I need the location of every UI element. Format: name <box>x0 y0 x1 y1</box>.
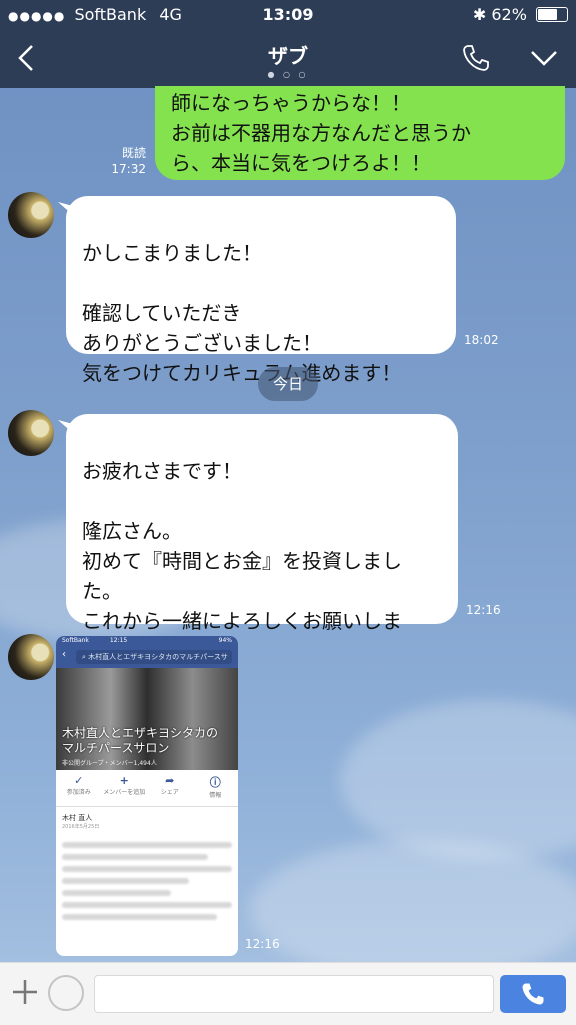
share-action: ➦ シェア <box>147 770 193 806</box>
add-person-icon: + <box>119 774 129 787</box>
message-text: かしこまりました！ 確認していただき ありがとうございました！ 気をつけてカリキ… <box>82 241 402 385</box>
avatar[interactable] <box>8 634 54 680</box>
phone-icon <box>522 983 544 1005</box>
group-cover-photo: 木村直人とエザキヨシタカの マルチパースサロン 非公開グループ・メンバー1,49… <box>56 668 238 770</box>
call-button[interactable] <box>500 975 566 1013</box>
post-author: 木村 直人 <box>62 814 93 822</box>
input-bar <box>0 962 576 1025</box>
group-name: 木村直人とエザキヨシタカの マルチパースサロン <box>62 726 219 755</box>
battery-icon <box>536 7 568 22</box>
inner-carrier: SoftBank <box>62 637 89 644</box>
info-icon: ⓘ <box>209 776 221 789</box>
plus-icon[interactable] <box>10 977 40 1007</box>
emoji-icon[interactable] <box>48 975 84 1011</box>
message-text: お疲れさまです！ 隆広さん。 初めて『時間とお金』を投資しまし た。 これから一… <box>82 459 402 663</box>
chat-header: ザブ ● ○ ○ <box>0 30 576 88</box>
inner-search-box: ⌕ 木村直人とエザキヨシタカのマルチパースサ <box>76 650 232 664</box>
group-actions: ✓ 参加済み + メンバーを追加 ➦ シェア ⓘ 情報 <box>56 770 238 807</box>
chevron-down-icon[interactable] <box>528 44 560 72</box>
date-divider: 今日 <box>258 367 318 401</box>
inner-post: 木村 直人 2016年5月25日 <box>56 807 238 836</box>
info-action: ⓘ 情報 <box>193 770 239 806</box>
message-time: 18:02 <box>464 333 499 347</box>
inner-back-icon: ‹ <box>62 649 66 660</box>
incoming-message-bubble[interactable]: かしこまりました！ 確認していただき ありがとうございました！ 気をつけてカリキ… <box>66 196 456 385</box>
incoming-message-bubble[interactable]: お疲れさまです！ 隆広さん。 初めて『時間とお金』を投資しまし た。 これから一… <box>66 414 458 663</box>
message-input[interactable] <box>94 975 494 1013</box>
joined-action: ✓ 参加済み <box>56 770 102 806</box>
check-icon: ✓ <box>74 774 84 787</box>
inner-time: 12:15 <box>109 637 128 644</box>
avatar[interactable] <box>8 192 54 238</box>
outgoing-message-bubble[interactable]: 師になっちゃうからな！！ お前は不器用な方なんだと思うか ら、本当に気をつけろよ… <box>155 86 565 180</box>
message-time: 12:16 <box>466 603 501 617</box>
status-bar: ●●●●● SoftBank 4G 13:09 ✱ 62% <box>0 0 576 30</box>
post-date: 2016年5月25日 <box>62 824 100 830</box>
message-text: 師になっちゃうからな！！ お前は不器用な方なんだと思うか ら、本当に気をつけろよ… <box>171 91 471 175</box>
read-label: 既読 <box>121 146 146 160</box>
battery-label: 62% <box>491 5 527 24</box>
inner-search-text: 木村直人とエザキヨシタカのマルチパースサ <box>88 653 228 661</box>
phone-call-icon[interactable] <box>460 42 492 74</box>
image-message[interactable]: SoftBank 12:15 94% ‹ ⌕ 木村直人とエザキヨシタカのマルチパ… <box>56 636 238 956</box>
add-member-action: + メンバーを追加 <box>103 774 146 796</box>
avatar[interactable] <box>8 410 54 456</box>
group-meta: 非公開グループ・メンバー1,494人 <box>62 760 157 767</box>
bluetooth-icon: ✱ <box>472 5 487 24</box>
blurred-post-content <box>56 842 238 920</box>
share-icon: ➦ <box>165 774 175 787</box>
inner-search-bar: ‹ ⌕ 木村直人とエザキヨシタカのマルチパースサ <box>56 646 238 668</box>
inner-battery: 94% <box>218 637 232 644</box>
message-time: 17:32 <box>111 162 146 176</box>
inner-status-bar: SoftBank 12:15 94% <box>56 636 238 646</box>
message-time: 12:16 <box>245 937 280 951</box>
read-receipt: 既読 17:32 <box>100 145 146 177</box>
